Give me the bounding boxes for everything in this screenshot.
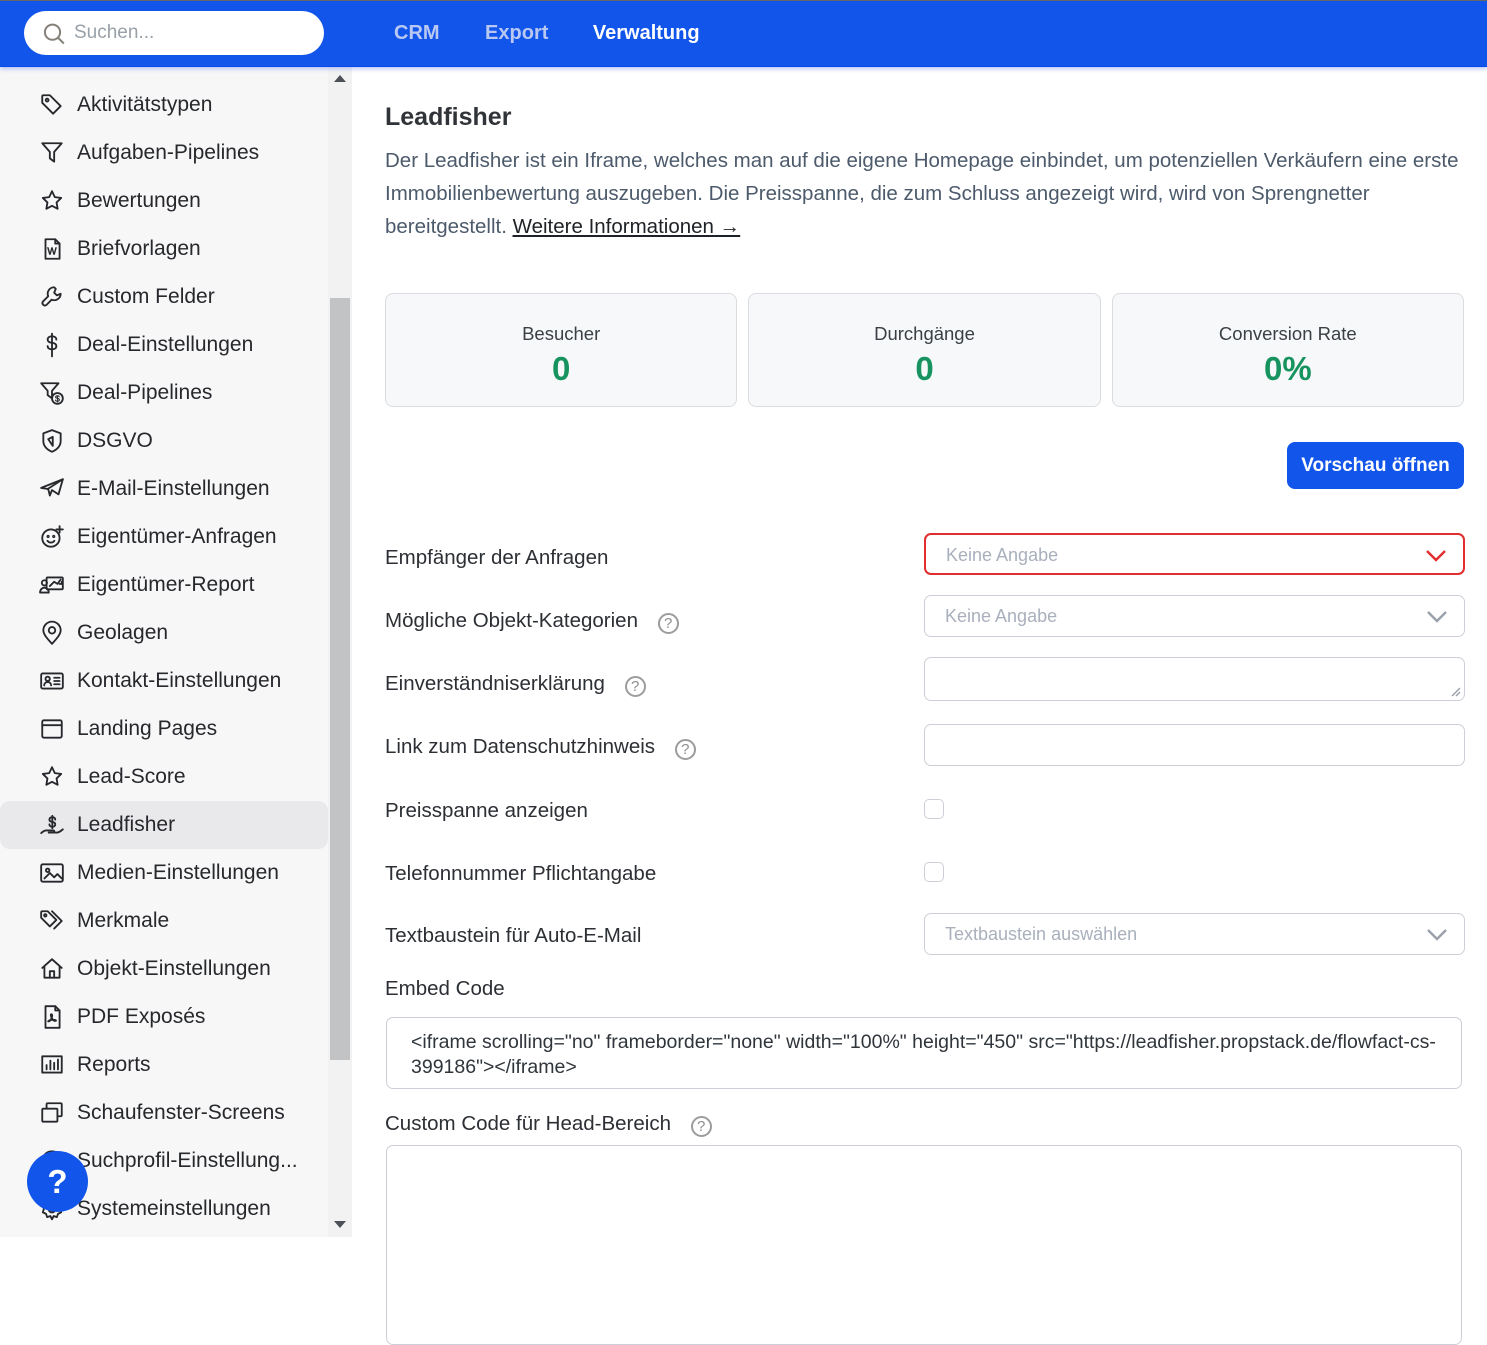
svg-text:$: $ (55, 394, 60, 404)
svg-text:W: W (47, 246, 57, 257)
